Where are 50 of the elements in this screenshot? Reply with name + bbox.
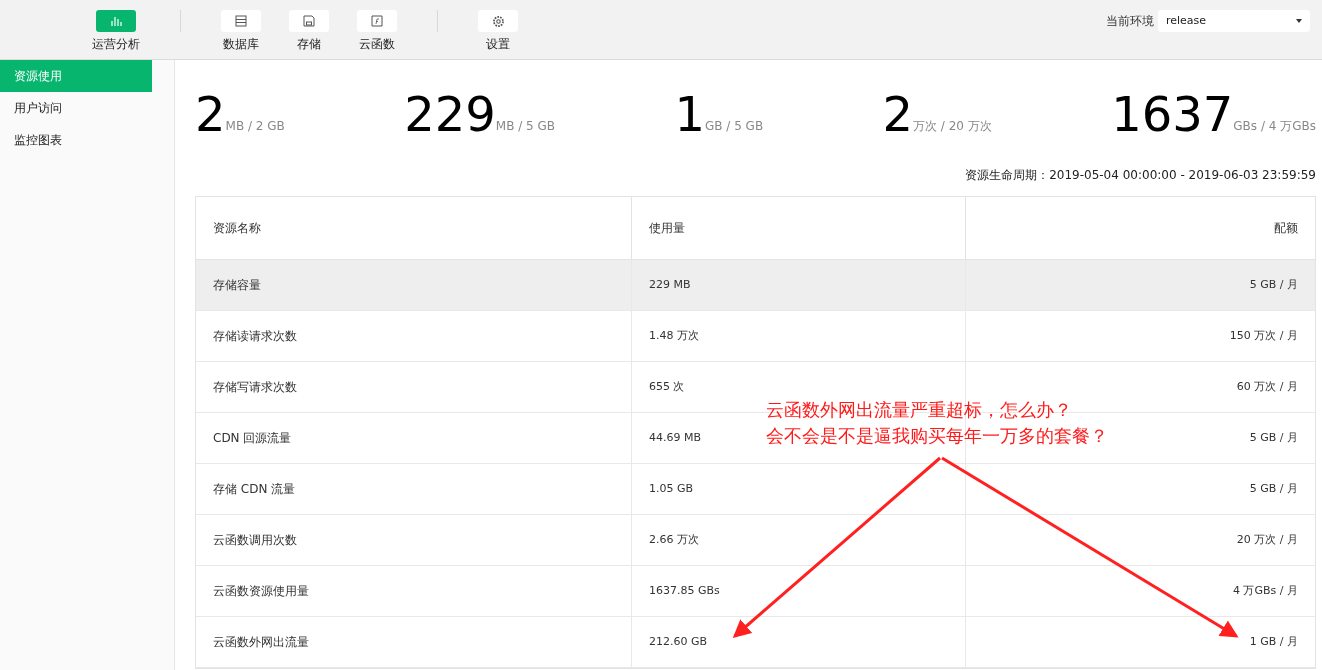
table-cell-text: 云函数调用次数	[212, 532, 298, 549]
stat-value: 2	[195, 90, 226, 138]
table-cell-text: 存储 CDN 流量	[212, 481, 297, 498]
stat-unit: 万次 / 20 万次	[913, 118, 992, 135]
table-cell: 150 万次 / 月	[965, 311, 1315, 361]
table-cell: 229 MB	[631, 260, 965, 310]
lifecycle-text: 资源生命周期：2019-05-04 00:00:00 - 2019-06-03 23:59:59	[965, 167, 1316, 184]
caret-icon	[1296, 19, 1302, 23]
function-icon	[371, 15, 383, 27]
stat-value: 2	[882, 90, 914, 138]
annotation-text: 云函数外网出流量严重超标，怎么办？	[766, 398, 1073, 422]
sidebar-item[interactable]: 用户访问	[0, 92, 152, 124]
table-cell-text: 云函数资源使用量	[212, 583, 310, 600]
stat-unit: GBs / 4 万GBs	[1233, 118, 1316, 135]
table-cell: 1.48 万次	[631, 311, 965, 361]
table-cell: 5 GB / 月	[965, 260, 1315, 310]
list-icon	[235, 15, 247, 27]
table-cell: 1637.85 GBs	[631, 566, 965, 616]
table-cell: 20 万次 / 月	[965, 515, 1315, 565]
table-cell-text: 存储写请求次数	[212, 379, 298, 396]
table-cell-text: 存储容量	[212, 277, 262, 294]
settings-icon	[491, 14, 505, 28]
table-cell: 5 GB / 月	[965, 464, 1315, 514]
stat-unit: MB / 2 GB	[225, 118, 285, 135]
table-cell: 1 GB / 月	[965, 617, 1315, 667]
nav-tab[interactable]: 运营分析	[90, 0, 142, 51]
nav-tab[interactable]: 云函数	[355, 0, 399, 51]
column-header: 配额	[965, 197, 1315, 259]
table-cell: 212.60 GB	[631, 617, 965, 667]
stat-value: 1637	[1111, 90, 1234, 138]
table-cell: 4 万GBs / 月	[965, 566, 1315, 616]
nav-tab[interactable]: 存储	[287, 0, 331, 51]
column-header: 资源名称	[212, 220, 262, 237]
nav-tab[interactable]: 数据库	[219, 0, 263, 51]
annotation-text: 会不会是不是逼我购买每年一万多的套餐？	[766, 424, 1108, 448]
stat-value: 229	[404, 90, 496, 138]
environment-select[interactable]: release	[1158, 10, 1310, 32]
table-cell-text: CDN 回源流量	[212, 430, 293, 447]
table-cell: 1.05 GB	[631, 464, 965, 514]
stat-unit: GB / 5 GB	[704, 118, 764, 135]
table-cell-text: 存储读请求次数	[212, 328, 298, 345]
stat-value: 1	[674, 90, 705, 138]
nav-tab[interactable]: 设置	[476, 0, 520, 51]
sidebar-item[interactable]: 监控图表	[0, 124, 152, 156]
table-cell-text: 云函数外网出流量	[212, 634, 310, 651]
stat-unit: MB / 5 GB	[495, 118, 556, 135]
column-header: 使用量	[631, 197, 965, 259]
bar-chart-icon	[110, 15, 122, 27]
environment-label: 当前环境	[1106, 13, 1154, 30]
table-cell: 2.66 万次	[631, 515, 965, 565]
